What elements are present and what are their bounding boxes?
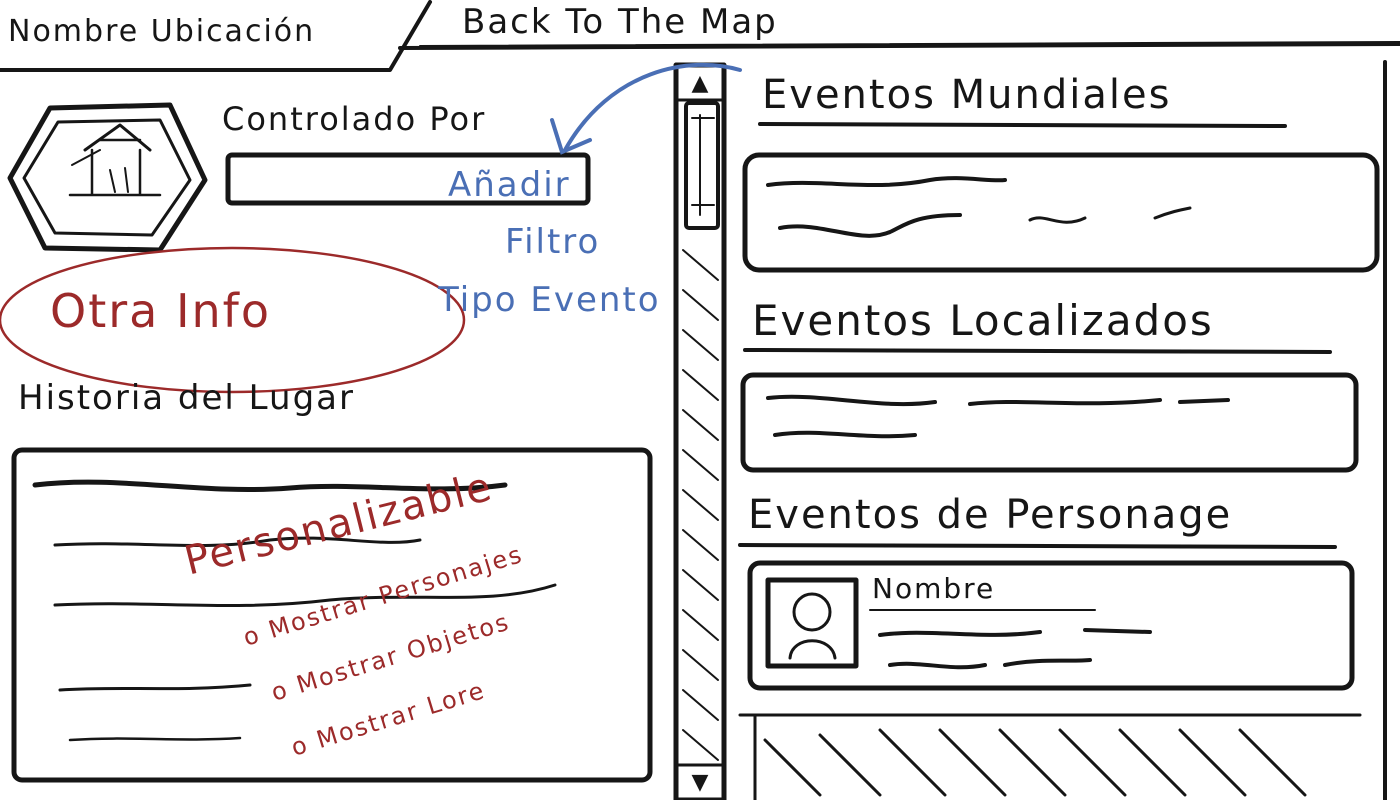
- controlled-by-label: Controlado Por: [222, 100, 487, 138]
- header-top-line: [398, 42, 1400, 50]
- world-event-card[interactable]: [745, 155, 1377, 270]
- location-name-tab[interactable]: Nombre Ubicación: [8, 14, 315, 49]
- chevron-down-icon: ▼: [691, 769, 709, 795]
- world-events-title: Eventos Mundiales: [762, 72, 1172, 118]
- character-name-label: Nombre: [872, 572, 996, 605]
- character-events-title: Eventos de Personage: [748, 492, 1233, 538]
- other-info-note: Otra Info: [50, 284, 272, 338]
- filter-note-line-2: Filtro: [505, 222, 601, 262]
- localized-event-card[interactable]: [743, 375, 1356, 470]
- localized-events-title: Eventos Localizados: [752, 296, 1214, 345]
- filter-note-line-3: Tipo Evento: [438, 280, 661, 320]
- filter-note-line-1: Añadir: [448, 165, 571, 205]
- scrollbar-thumb[interactable]: [686, 103, 718, 228]
- character-avatar[interactable]: [768, 580, 856, 666]
- scroll-up-button[interactable]: ▲: [678, 67, 722, 99]
- history-label: Historia del Lugar: [18, 378, 355, 418]
- back-to-map-link[interactable]: Back To The Map: [462, 2, 778, 42]
- scroll-down-button[interactable]: ▼: [678, 766, 722, 798]
- location-emblem: [10, 104, 208, 252]
- chevron-up-icon: ▲: [691, 70, 709, 96]
